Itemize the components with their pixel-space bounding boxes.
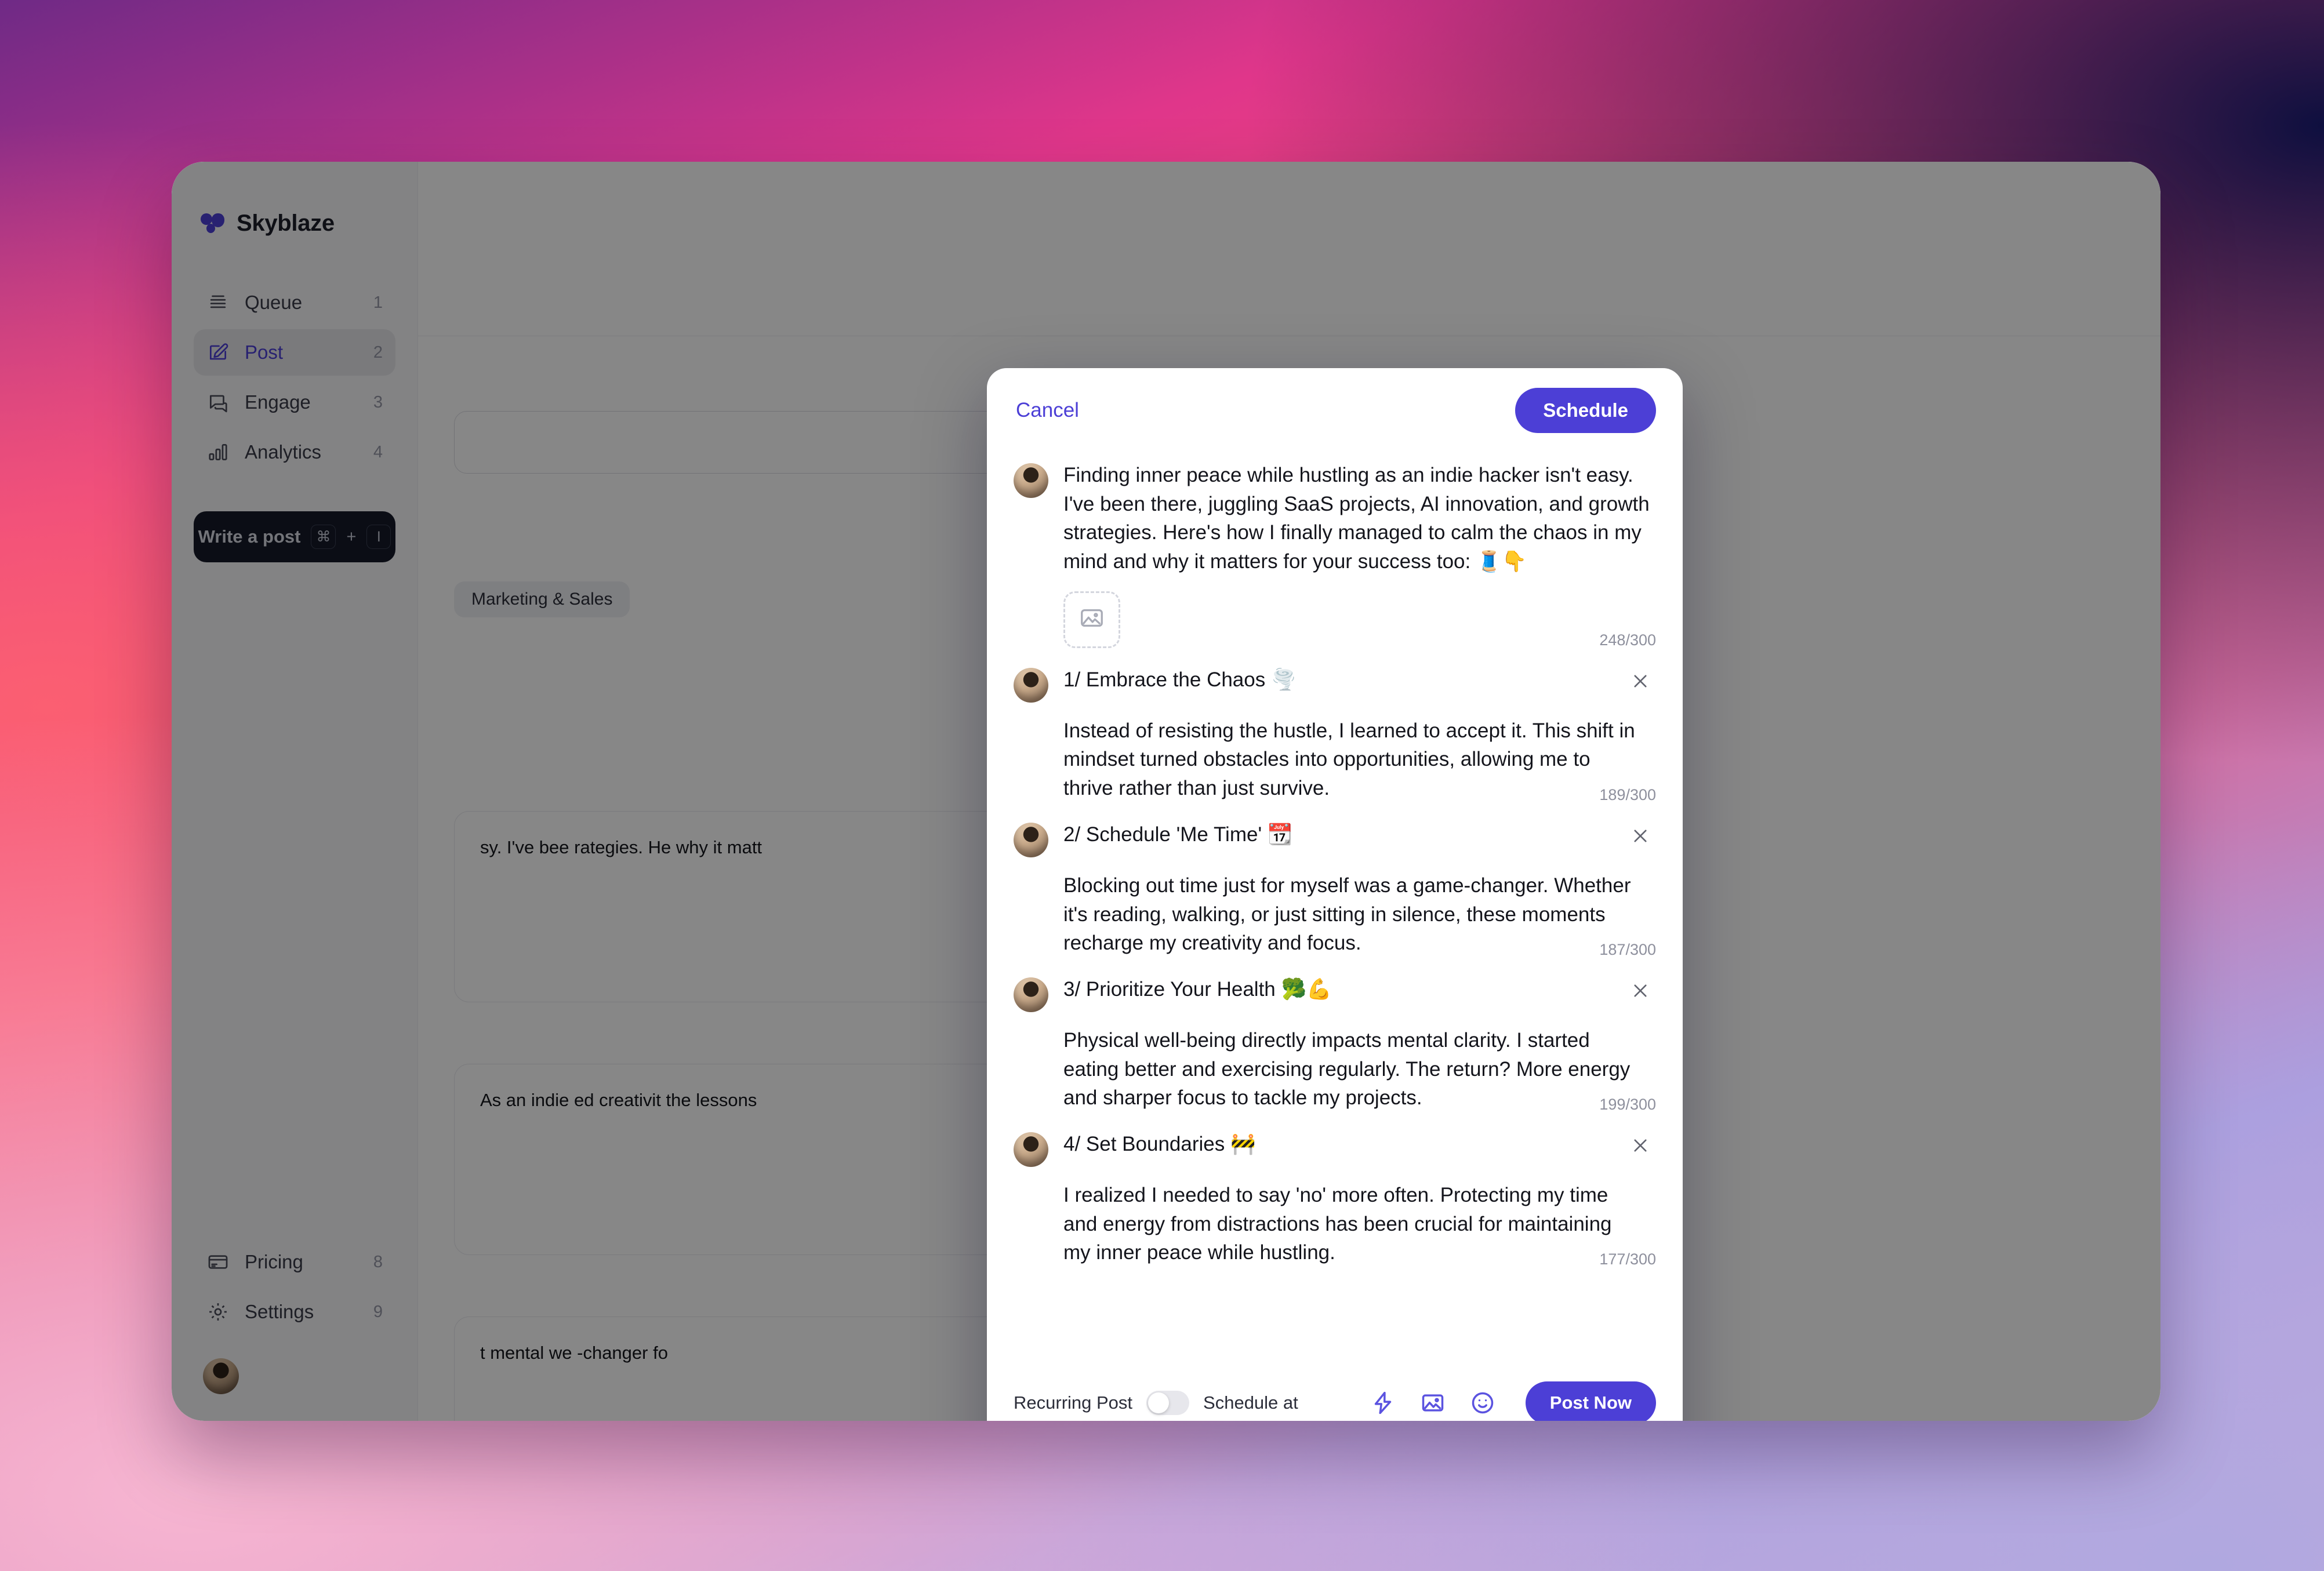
post-now-button[interactable]: Post Now [1525,1381,1656,1421]
thread-item-body[interactable]: Instead of resisting the hustle, I learn… [1063,717,1656,803]
avatar [1014,463,1048,498]
modal-header: Cancel Schedule [987,368,1683,448]
schedule-at-label: Schedule at [1203,1392,1298,1413]
lightning-bolt-icon[interactable] [1369,1389,1397,1417]
thread-item-title[interactable]: 4/ Set Boundaries 🚧 [1063,1130,1610,1158]
image-icon[interactable] [1419,1389,1447,1417]
recurring-post-toggle[interactable] [1146,1391,1190,1415]
image-icon [1079,605,1105,634]
root-post-block: Finding inner peace while hustling as an… [987,448,1683,653]
modal-layer: Cancel Schedule Finding inner peace whil… [172,162,2160,1421]
avatar [1014,1132,1048,1167]
thread-item-title[interactable]: 2/ Schedule 'Me Time' 📆 [1063,820,1610,849]
remove-thread-item-button[interactable] [1625,667,1656,698]
thread-item: 4/ Set Boundaries 🚧 I realized I needed … [987,1117,1683,1272]
schedule-post-modal: Cancel Schedule Finding inner peace whil… [987,368,1683,1421]
thread-item-title[interactable]: 3/ Prioritize Your Health 🥦💪 [1063,975,1610,1003]
character-counter: 187/300 [1599,940,1656,958]
remove-thread-item-button[interactable] [1625,821,1656,853]
emoji-icon[interactable] [1469,1389,1497,1417]
thread-item-title[interactable]: 1/ Embrace the Chaos 🌪️ [1063,666,1610,694]
app-window: Skyblaze Queue 1 Post 2 Engage 3 Analyti… [172,162,2160,1421]
modal-footer: Recurring Post Schedule at Post Now [987,1371,1683,1421]
close-icon [1631,981,1650,1002]
remove-thread-item-button[interactable] [1625,1131,1656,1162]
root-post-textarea[interactable]: Finding inner peace while hustling as an… [1063,461,1656,576]
thread-item: 3/ Prioritize Your Health 🥦💪 Physical we… [987,962,1683,1117]
toggle-knob [1148,1392,1170,1413]
thread-item: 2/ Schedule 'Me Time' 📆 Blocking out tim… [987,808,1683,962]
remove-thread-item-button[interactable] [1625,976,1656,1008]
thread-item-body[interactable]: Blocking out time just for myself was a … [1063,871,1656,958]
thread-item-body[interactable]: I realized I needed to say 'no' more oft… [1063,1181,1656,1267]
avatar [1014,822,1048,857]
avatar [1014,977,1048,1012]
character-counter: 189/300 [1599,786,1656,803]
thread-item: 1/ Embrace the Chaos 🌪️ Instead of resis… [987,653,1683,808]
avatar [1014,667,1048,703]
schedule-button[interactable]: Schedule [1515,388,1656,433]
cancel-button[interactable]: Cancel [1014,395,1081,426]
thread-item-body[interactable]: Physical well-being directly impacts men… [1063,1026,1656,1112]
character-counter: 248/300 [1599,631,1656,649]
image-upload-dropzone[interactable] [1063,591,1120,648]
modal-body: Finding inner peace while hustling as an… [987,448,1683,1371]
character-counter: 199/300 [1599,1095,1656,1113]
close-icon [1631,671,1650,693]
close-icon [1631,1136,1650,1157]
recurring-post-label: Recurring Post [1014,1392,1133,1413]
close-icon [1631,826,1650,848]
character-counter: 177/300 [1599,1250,1656,1268]
